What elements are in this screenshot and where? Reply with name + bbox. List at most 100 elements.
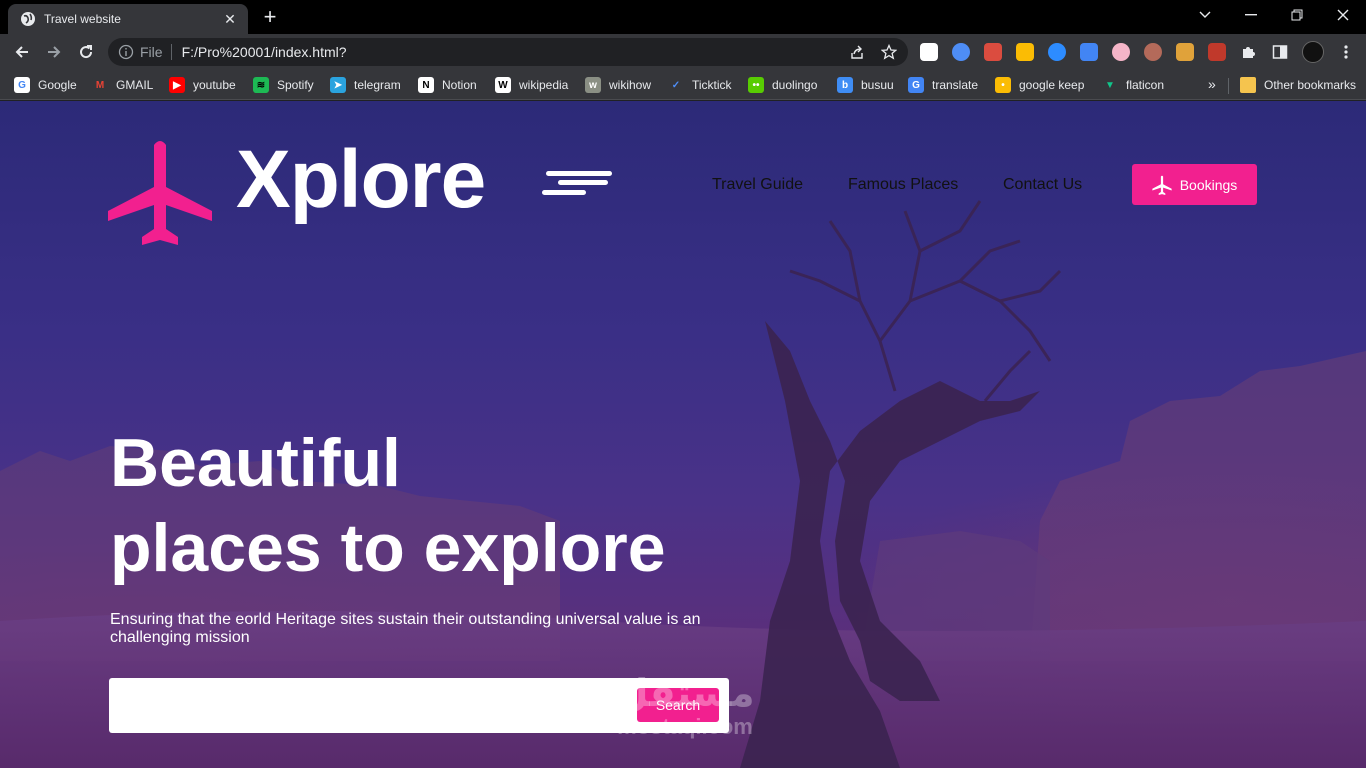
bookmark-label: duolingo [772, 78, 818, 92]
burger-extension-icon[interactable] [1176, 43, 1194, 61]
bookings-button[interactable]: Bookings [1132, 164, 1257, 205]
brain-extension-icon[interactable] [1144, 43, 1162, 61]
other-bookmarks[interactable]: Other bookmarks [1240, 76, 1356, 94]
tab-close-icon[interactable]: ✕ [222, 11, 238, 27]
compass-extension-icon[interactable] [1048, 43, 1066, 61]
nav-famous-places[interactable]: Famous Places [848, 176, 958, 194]
nav-travel-guide[interactable]: Travel Guide [712, 176, 803, 194]
other-bookmarks-label: Other bookmarks [1264, 78, 1357, 92]
profile-avatar[interactable] [1302, 41, 1324, 63]
menu-kebab-icon[interactable] [1334, 40, 1358, 64]
duolingo-icon: •• [748, 77, 764, 93]
bookmark-label: Spotify [277, 78, 314, 92]
search-input[interactable] [119, 686, 629, 724]
extensions-puzzle-icon[interactable] [1236, 40, 1260, 64]
bookmark-translate[interactable]: Gtranslate [908, 76, 978, 94]
mute-extension-icon[interactable] [1208, 43, 1226, 61]
bookmarks-divider [1228, 78, 1229, 94]
gmail-icon: M [92, 77, 108, 93]
bookmark-label: Notion [442, 78, 477, 92]
tab-strip: Travel website ✕ + [0, 0, 1366, 34]
bookmark-youtube[interactable]: ▶ youtube [169, 76, 236, 94]
watermark-arabic: مستقل [615, 671, 755, 715]
airplane-logo-icon[interactable] [108, 137, 212, 245]
flaticon-icon: ▼ [1102, 77, 1118, 93]
telegram-icon: ➤ [330, 77, 346, 93]
bookmark-label: Google [38, 78, 77, 92]
bookmark-label: translate [932, 78, 979, 92]
bookmark-wikipedia[interactable]: Wwikipedia [495, 76, 568, 94]
bookmark-duolingo[interactable]: •• duolingo [748, 76, 817, 94]
hamburger-menu-icon[interactable] [542, 169, 614, 195]
notion-icon: N [418, 77, 434, 93]
bookmark-label: GMAIL [116, 78, 154, 92]
hero-title-line2: places to explore [110, 510, 666, 586]
more-bookmarks-icon[interactable]: » [1208, 76, 1216, 92]
hero-subtitle: Ensuring that the eorld Heritage sites s… [110, 611, 701, 646]
bookmark-label: Ticktick [692, 78, 732, 92]
bookmark-notion[interactable]: N Notion [418, 76, 477, 94]
url-text[interactable]: F:/Pro%20001/index.html? [182, 44, 834, 60]
back-icon[interactable] [10, 40, 34, 64]
google-icon: G [14, 77, 30, 93]
bookmark-label: flaticon [1126, 78, 1165, 92]
spotify-icon: ≋ [253, 77, 269, 93]
share-icon[interactable] [848, 43, 866, 61]
address-divider [170, 44, 172, 60]
bookmark-star-icon[interactable] [880, 43, 898, 61]
translate-extension-icon[interactable] [1080, 43, 1098, 61]
bookmark-google-keep[interactable]: • google keep [995, 76, 1084, 94]
youtube-icon: ▶ [169, 77, 185, 93]
bookmark-label: telegram [354, 78, 401, 92]
watermark-latin: mostaqi.com [617, 714, 753, 739]
hero-title: Beautiful places to explore [110, 421, 666, 591]
wikihow-icon: w [585, 77, 601, 93]
google-keep-icon: • [995, 77, 1011, 93]
airplane-icon [1152, 175, 1172, 195]
bookings-label: Bookings [1179, 176, 1238, 193]
address-bar[interactable]: File F:/Pro%20001/index.html? [108, 38, 908, 66]
bookmark-label: wikihow [609, 78, 652, 92]
info-icon[interactable] [118, 44, 134, 60]
bookmark-busuu[interactable]: b busuu [837, 76, 894, 94]
bookmark-telegram[interactable]: ➤ telegram [330, 76, 401, 94]
bookmarks-bar: » Other bookmarks G Google M GMAIL ▶ youtube ≋… [0, 70, 1366, 100]
side-panel-icon[interactable] [1268, 40, 1292, 64]
new-tab-icon[interactable]: + [259, 6, 281, 29]
restore-icon[interactable] [1274, 0, 1320, 30]
keep-extension-icon[interactable] [1016, 43, 1034, 61]
bookmark-wikihow[interactable]: w wikihow [585, 76, 651, 94]
tab-title: Travel website [44, 12, 121, 26]
busuu-icon: b [837, 77, 853, 93]
hero-title-line1: Beautiful [110, 425, 401, 501]
wikipedia-icon: W [495, 77, 511, 93]
bookmark-google[interactable]: G Google [14, 76, 77, 94]
reload-icon[interactable] [74, 40, 98, 64]
bookmark-flaticon[interactable]: ▼ flaticon [1102, 76, 1164, 94]
bookmark-label: google keep [1019, 78, 1085, 92]
url-scheme-label: File [140, 44, 163, 60]
nav-contact-us[interactable]: Contact Us [1003, 176, 1082, 194]
globe-icon [20, 11, 36, 27]
forward-icon[interactable] [42, 40, 66, 64]
watermark: مستقل mostaqi.com [600, 671, 770, 739]
folder-icon [1240, 77, 1256, 93]
logo-text[interactable]: Xplore [236, 139, 486, 221]
tab-search-icon[interactable] [1182, 0, 1228, 30]
ticktick-icon: ✓ [668, 77, 684, 93]
ticktick-extension-icon[interactable] [952, 43, 970, 61]
hero-section: Xplore Travel Guide Famous Places Contac… [0, 101, 1366, 768]
bookmark-label: busuu [861, 78, 894, 92]
bookmark-ticktick[interactable]: ✓ Ticktick [668, 76, 732, 94]
pink-extension-icon[interactable] [1112, 43, 1130, 61]
close-window-icon[interactable] [1320, 0, 1366, 30]
browser-toolbar: File F:/Pro%20001/index.html? [0, 34, 1366, 70]
minimize-icon[interactable] [1228, 0, 1274, 30]
translate-icon: G [908, 77, 924, 93]
bookmark-gmail[interactable]: M GMAIL [92, 76, 153, 94]
notion-extension-icon[interactable] [920, 43, 938, 61]
todoist-extension-icon[interactable] [984, 43, 1002, 61]
bookmark-label: wikipedia [519, 78, 569, 92]
bookmark-spotify[interactable]: ≋ Spotify [253, 76, 314, 94]
browser-tab[interactable]: Travel website ✕ [8, 4, 248, 34]
